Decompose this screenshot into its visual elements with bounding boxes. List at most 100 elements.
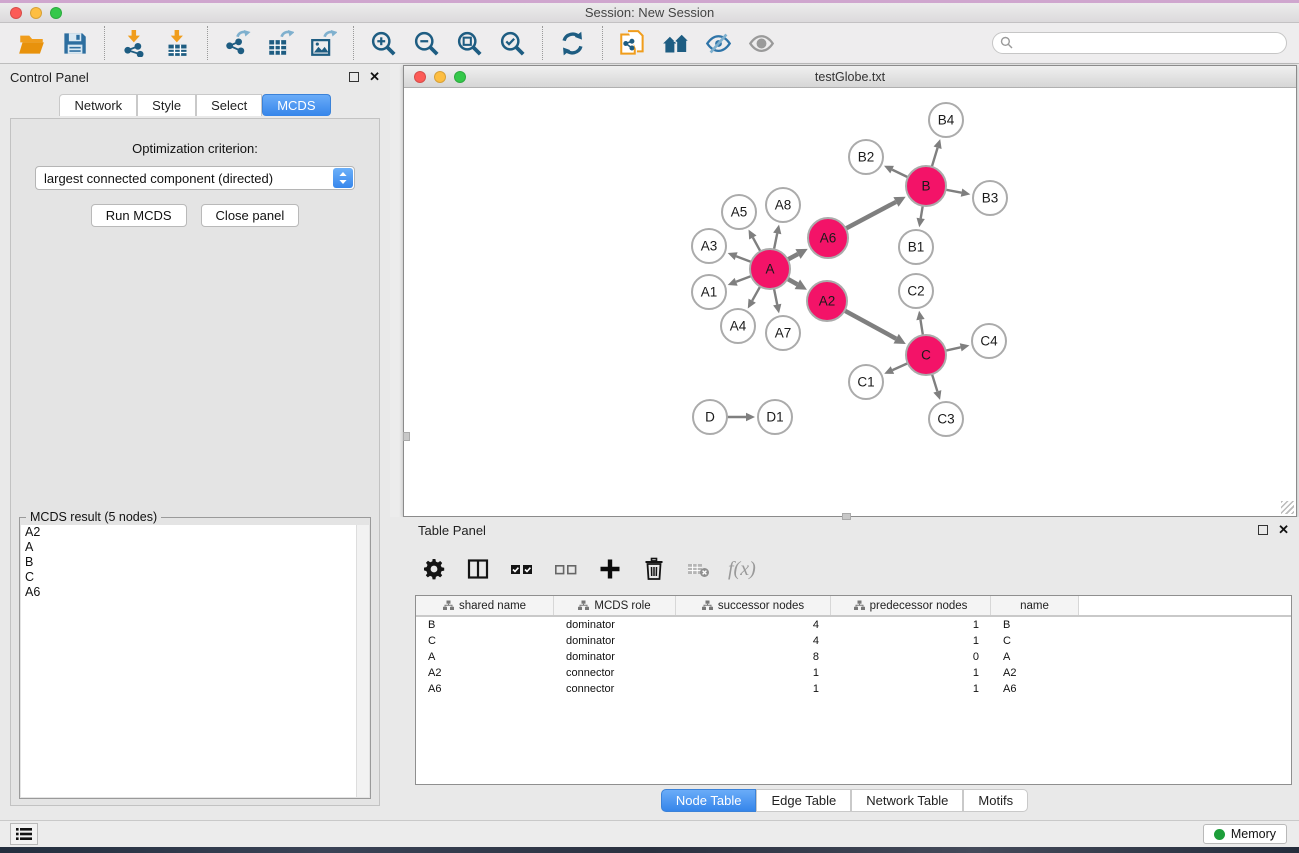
result-item[interactable]: A6 [21, 585, 369, 600]
vertical-divider-handle[interactable] [403, 432, 410, 441]
add-column-plus-button[interactable] [590, 555, 630, 583]
cell-MCDS-role[interactable]: dominator [554, 651, 676, 663]
horizontal-divider-handle[interactable] [842, 513, 851, 520]
table-row[interactable]: Bdominator41B [416, 617, 1291, 633]
refresh-button[interactable] [551, 28, 594, 59]
export-network-button[interactable] [216, 28, 259, 59]
zoom-selected-button[interactable] [491, 28, 534, 59]
cell-successor-nodes[interactable]: 1 [676, 667, 831, 679]
result-item[interactable]: A2 [21, 525, 369, 540]
cell-name[interactable]: B [991, 619, 1079, 631]
import-table-button[interactable] [156, 28, 199, 59]
network-window-titlebar[interactable]: testGlobe.txt [404, 66, 1296, 88]
home-button[interactable] [654, 28, 697, 59]
table-row[interactable]: A6connector11A6 [416, 681, 1291, 697]
window-resize-grip[interactable] [1281, 501, 1294, 514]
cell-name[interactable]: A2 [991, 667, 1079, 679]
cell-predecessor-nodes[interactable]: 0 [831, 651, 991, 663]
column-header-name[interactable]: name [991, 596, 1079, 615]
delete-table-disabled-button[interactable] [678, 555, 718, 583]
close-panel-button[interactable]: Close panel [201, 204, 300, 227]
run-mcds-button[interactable]: Run MCDS [91, 204, 187, 227]
result-item[interactable]: C [21, 570, 369, 585]
cell-predecessor-nodes[interactable]: 1 [831, 635, 991, 647]
mcds-result-list[interactable]: A2ABCA6 [21, 525, 369, 797]
tab-node-table[interactable]: Node Table [661, 789, 757, 812]
cell-name[interactable]: A [991, 651, 1079, 663]
split-columns-button[interactable] [458, 555, 498, 583]
table-settings-gear-button[interactable] [414, 555, 454, 583]
result-item[interactable]: B [21, 555, 369, 570]
deselect-all-checks-button[interactable] [546, 555, 586, 583]
cell-predecessor-nodes[interactable]: 1 [831, 667, 991, 679]
task-history-button[interactable] [10, 823, 38, 845]
control-panel-header: Control Panel ✕ [0, 64, 390, 90]
cell-shared-name[interactable]: C [416, 635, 554, 647]
export-table-button[interactable] [259, 28, 302, 59]
column-header-MCDS-role[interactable]: MCDS role [554, 596, 676, 615]
delete-column-trash-button[interactable] [634, 555, 674, 583]
cell-MCDS-role[interactable]: dominator [554, 619, 676, 631]
zoom-out-button[interactable] [405, 28, 448, 59]
zoom-fit-button[interactable] [448, 28, 491, 59]
table-row[interactable]: Adominator80A [416, 649, 1291, 665]
close-table-panel-icon[interactable]: ✕ [1278, 525, 1289, 535]
cell-shared-name[interactable]: A2 [416, 667, 554, 679]
cell-successor-nodes[interactable]: 4 [676, 635, 831, 647]
cell-successor-nodes[interactable]: 8 [676, 651, 831, 663]
cell-MCDS-role[interactable]: connector [554, 683, 676, 695]
cell-shared-name[interactable]: B [416, 619, 554, 631]
node-label-C3: C3 [937, 412, 954, 427]
tab-network[interactable]: Network [59, 94, 137, 116]
export-image-button[interactable] [302, 28, 345, 59]
cell-predecessor-nodes[interactable]: 1 [831, 683, 991, 695]
tab-edge-table[interactable]: Edge Table [756, 789, 851, 812]
open-session-button[interactable] [10, 28, 53, 59]
import-network-button[interactable] [113, 28, 156, 59]
select-all-checks-button[interactable] [502, 555, 542, 583]
tab-style[interactable]: Style [137, 94, 196, 116]
hierarchy-icon [854, 600, 865, 611]
node-table[interactable]: shared nameMCDS rolesuccessor nodesprede… [415, 595, 1292, 785]
show-eye-button[interactable] [740, 28, 783, 59]
close-panel-icon[interactable]: ✕ [369, 72, 380, 82]
function-builder-button[interactable]: f(x) [722, 558, 762, 581]
float-panel-icon[interactable] [349, 72, 359, 82]
zoom-in-button[interactable] [362, 28, 405, 59]
cell-predecessor-nodes[interactable]: 1 [831, 619, 991, 631]
cell-name[interactable]: C [991, 635, 1079, 647]
column-header-successor-nodes[interactable]: successor nodes [676, 596, 831, 615]
search-icon [1000, 36, 1013, 54]
table-row[interactable]: A2connector11A2 [416, 665, 1291, 681]
result-item[interactable]: A [21, 540, 369, 555]
network-canvas[interactable]: B4B2BB3A8A5A6A3B1AA1C2A2A4A7C4CC1DD1C3 [404, 88, 1296, 516]
hide-eye-slash-button[interactable] [697, 28, 740, 59]
cell-MCDS-role[interactable]: connector [554, 667, 676, 679]
cell-successor-nodes[interactable]: 1 [676, 683, 831, 695]
column-header-shared-name[interactable]: shared name [416, 596, 554, 615]
table-row[interactable]: Cdominator41C [416, 633, 1291, 649]
column-header-predecessor-nodes[interactable]: predecessor nodes [831, 596, 991, 615]
save-session-button[interactable] [53, 28, 96, 59]
cell-name[interactable]: A6 [991, 683, 1079, 695]
network-graph[interactable]: B4B2BB3A8A5A6A3B1AA1C2A2A4A7C4CC1DD1C3 [404, 88, 1296, 516]
result-scrollbar[interactable] [356, 525, 369, 797]
float-table-panel-icon[interactable] [1258, 525, 1268, 535]
copy-network-button[interactable] [611, 28, 654, 59]
cell-MCDS-role[interactable]: dominator [554, 635, 676, 647]
show-eye-icon [748, 30, 775, 57]
mcds-tab-content: Optimization criterion: largest connecte… [10, 118, 380, 806]
search-input[interactable] [992, 32, 1287, 54]
edge-arrowhead [934, 139, 942, 149]
cell-successor-nodes[interactable]: 4 [676, 619, 831, 631]
tab-network-table[interactable]: Network Table [851, 789, 963, 812]
node-label-B2: B2 [858, 150, 875, 165]
tab-select[interactable]: Select [196, 94, 262, 116]
optimization-criterion-select[interactable]: largest connected component (directed) [35, 166, 355, 190]
tab-motifs[interactable]: Motifs [963, 789, 1028, 812]
memory-button[interactable]: Memory [1203, 824, 1287, 844]
tab-mcds[interactable]: MCDS [262, 94, 330, 116]
import-table-icon [164, 30, 191, 57]
cell-shared-name[interactable]: A6 [416, 683, 554, 695]
cell-shared-name[interactable]: A [416, 651, 554, 663]
